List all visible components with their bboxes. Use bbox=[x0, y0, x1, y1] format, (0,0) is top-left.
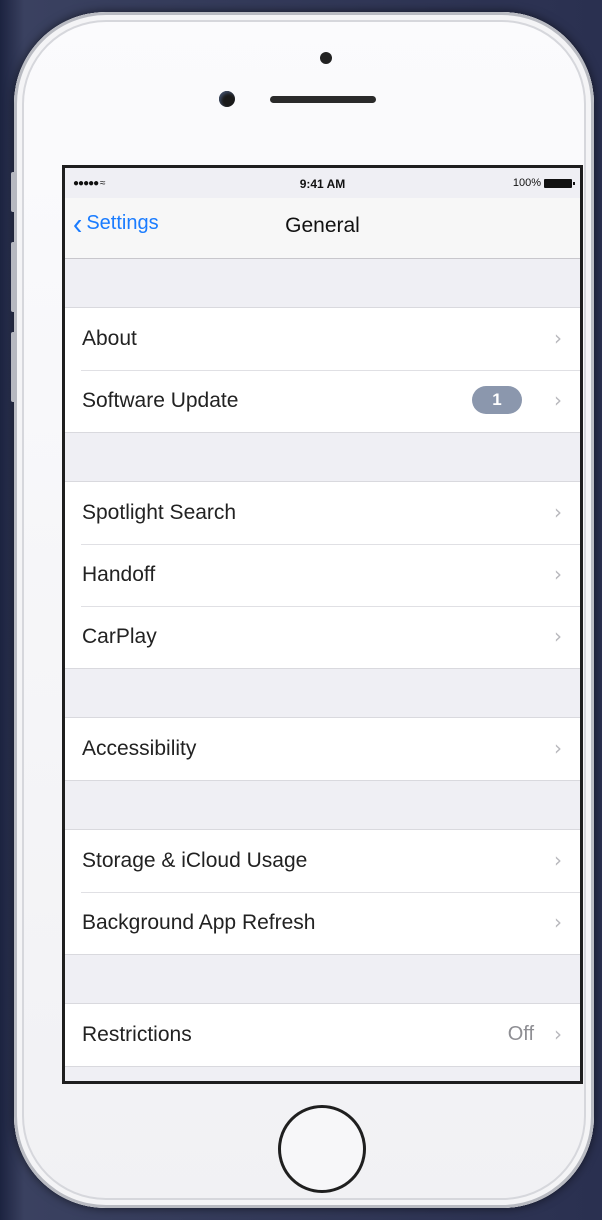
screen: ●●●●● ≈ 9:41 AM 100% ‹ Settings General … bbox=[62, 165, 583, 1084]
settings-list: About › Software Update 1 › Spotlight Search ›… bbox=[65, 259, 580, 1067]
settings-row[interactable]: About › bbox=[65, 308, 580, 370]
section-spacer bbox=[65, 259, 580, 307]
chevron-right-icon: › bbox=[554, 388, 562, 412]
settings-row-label: Background App Refresh bbox=[82, 911, 316, 934]
section-spacer bbox=[65, 433, 580, 481]
settings-row[interactable]: Background App Refresh › bbox=[65, 892, 580, 954]
settings-row[interactable]: Restrictions Off › bbox=[65, 1004, 580, 1066]
settings-group: Accessibility › bbox=[65, 717, 580, 781]
battery-percent: 100% bbox=[512, 177, 541, 189]
chevron-right-icon: › bbox=[554, 562, 562, 586]
volume-down-button bbox=[11, 332, 17, 402]
chevron-right-icon: › bbox=[554, 1022, 562, 1046]
earpiece-speaker bbox=[270, 96, 376, 103]
settings-row[interactable]: Accessibility › bbox=[65, 718, 580, 780]
settings-row[interactable]: Storage & iCloud Usage › bbox=[65, 830, 580, 892]
chevron-right-icon: › bbox=[554, 624, 562, 648]
settings-row[interactable]: Spotlight Search › bbox=[65, 482, 580, 544]
settings-group: Restrictions Off › bbox=[65, 1003, 580, 1067]
settings-row-label: Spotlight Search bbox=[82, 501, 237, 524]
settings-row-label: About bbox=[82, 327, 137, 350]
settings-group: Spotlight Search › Handoff › CarPlay › bbox=[65, 481, 580, 669]
settings-row-label: Storage & iCloud Usage bbox=[82, 849, 308, 872]
section-spacer bbox=[65, 955, 580, 1003]
iphone-frame: ●●●●● ≈ 9:41 AM 100% ‹ Settings General … bbox=[11, 12, 594, 1208]
settings-row-label: Restrictions bbox=[82, 1023, 192, 1046]
settings-row-label: Handoff bbox=[82, 563, 156, 586]
chevron-right-icon: › bbox=[554, 910, 562, 934]
mute-switch bbox=[11, 172, 17, 212]
front-camera bbox=[219, 91, 235, 107]
settings-row-value: Off bbox=[507, 1023, 534, 1045]
home-button[interactable] bbox=[278, 1105, 366, 1193]
volume-up-button bbox=[11, 242, 17, 312]
chevron-right-icon: › bbox=[554, 326, 562, 350]
settings-row-label: Accessibility bbox=[82, 737, 197, 760]
page-title: General bbox=[285, 214, 360, 237]
settings-group: Storage & iCloud Usage › Background App Re… bbox=[65, 829, 580, 955]
section-spacer bbox=[65, 781, 580, 829]
section-spacer bbox=[65, 669, 580, 717]
chevron-right-icon: › bbox=[554, 736, 562, 760]
battery-icon bbox=[544, 178, 575, 188]
settings-row[interactable]: CarPlay › bbox=[65, 606, 580, 668]
navigation-bar: ‹ Settings General bbox=[65, 198, 580, 259]
chevron-right-icon: › bbox=[554, 500, 562, 524]
status-bar: ●●●●● ≈ 9:41 AM 100% bbox=[65, 168, 580, 198]
chevron-right-icon: › bbox=[554, 848, 562, 872]
settings-row-label: CarPlay bbox=[82, 625, 157, 648]
proximity-sensor bbox=[320, 52, 332, 64]
battery-indicator: 100% bbox=[512, 177, 575, 189]
settings-row[interactable]: Software Update 1 › bbox=[65, 370, 580, 432]
settings-row[interactable]: Handoff › bbox=[65, 544, 580, 606]
settings-group: About › Software Update 1 › bbox=[65, 307, 580, 433]
update-count-badge: 1 bbox=[472, 386, 522, 414]
status-time: 9:41 AM bbox=[299, 177, 346, 191]
